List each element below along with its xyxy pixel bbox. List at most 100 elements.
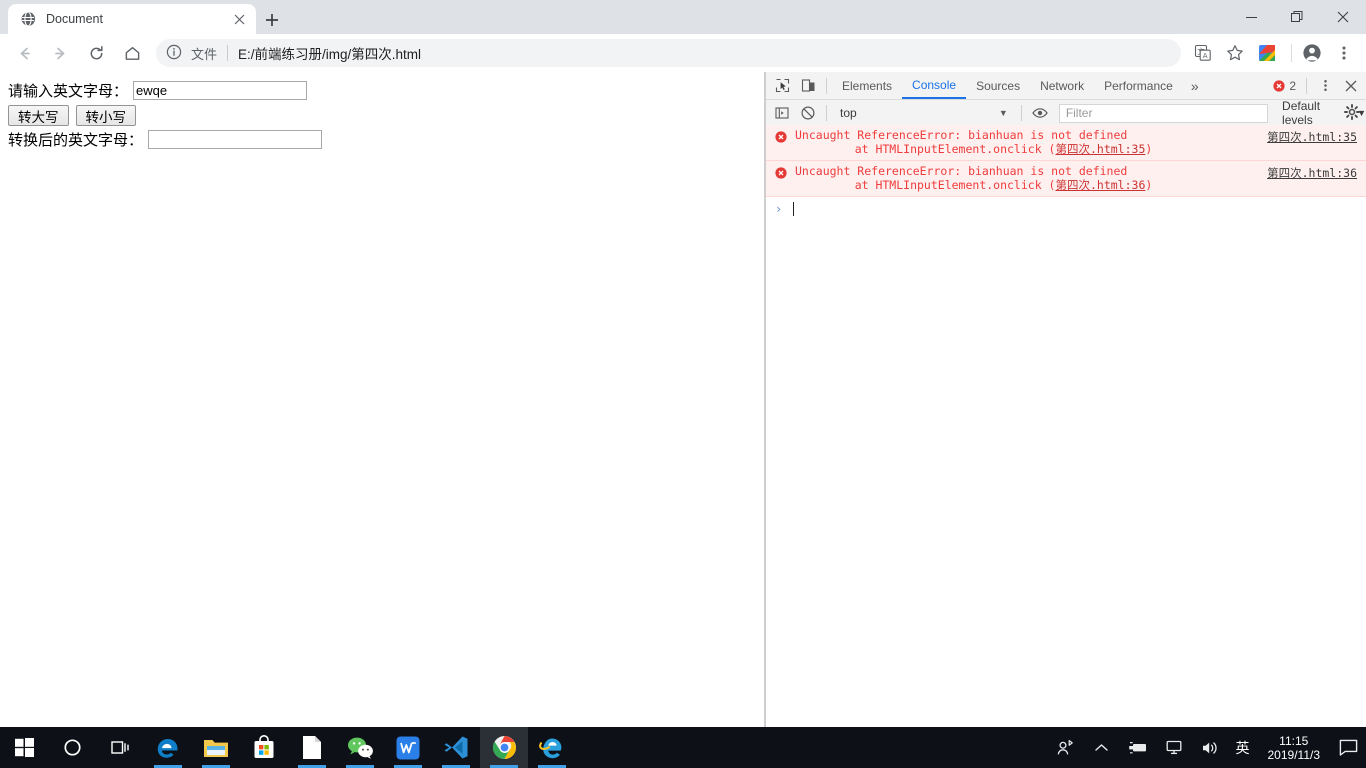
- maximize-button[interactable]: [1274, 0, 1320, 34]
- file-explorer-button[interactable]: [192, 727, 240, 768]
- convert-button-row: 转大写 转小写: [8, 105, 764, 126]
- task-view-button[interactable]: [96, 727, 144, 768]
- windows-taskbar: 英 11:15 2019/11/3: [0, 727, 1366, 768]
- google-chrome-button[interactable]: [480, 727, 528, 768]
- account-avatar-icon[interactable]: [1298, 39, 1326, 67]
- system-tray: 英 11:15 2019/11/3: [1048, 727, 1366, 768]
- new-tab-button[interactable]: [258, 7, 286, 33]
- visual-studio-code-button[interactable]: [432, 727, 480, 768]
- translate-icon[interactable]: 文 A: [1189, 39, 1217, 67]
- clock-date: 2019/11/3: [1267, 747, 1321, 762]
- start-button[interactable]: [0, 727, 48, 768]
- three-dot-menu-icon[interactable]: [1330, 39, 1358, 67]
- log-levels-label: Default levels: [1282, 99, 1321, 127]
- tab-close-icon[interactable]: [228, 8, 250, 30]
- stack-source-link[interactable]: 第四次.html:35: [1055, 142, 1145, 156]
- console-sidebar-icon[interactable]: [769, 101, 795, 126]
- internet-explorer-button[interactable]: [528, 727, 576, 768]
- console-source-link[interactable]: 第四次.html:36: [1267, 165, 1357, 181]
- tab-strip: Document: [0, 0, 1366, 34]
- error-count-badge[interactable]: 2: [1268, 79, 1301, 93]
- action-center-icon[interactable]: [1330, 727, 1366, 768]
- console-error-body: Uncaught ReferenceError: bianhuan is not…: [795, 128, 1231, 156]
- tab-sources[interactable]: Sources: [966, 73, 1030, 99]
- microsoft-edge-button[interactable]: [144, 727, 192, 768]
- result-input[interactable]: [148, 130, 323, 149]
- console-filter-input[interactable]: Filter: [1058, 103, 1269, 123]
- input-label: 请输入英文字母：: [8, 82, 129, 100]
- volume-icon[interactable]: [1192, 727, 1228, 768]
- output-label: 转换后的英文字母：: [8, 131, 144, 149]
- console-toolbar-divider: [826, 105, 827, 121]
- error-stack-line: at HTMLInputElement.onclick (第四次.html:36…: [795, 178, 1231, 192]
- wechat-button[interactable]: [336, 727, 384, 768]
- inspect-element-icon[interactable]: [769, 73, 795, 98]
- error-text: Uncaught ReferenceError: bianhuan is not…: [795, 128, 1128, 142]
- error-circle-icon: [775, 166, 787, 179]
- devtools-settings-gear-icon[interactable]: [1344, 104, 1360, 125]
- close-button[interactable]: [1320, 0, 1366, 34]
- home-icon[interactable]: [118, 39, 146, 67]
- execution-context-select[interactable]: top ▼: [834, 103, 1016, 123]
- show-hidden-icons-chevron[interactable]: [1084, 727, 1120, 768]
- devtools-close-icon[interactable]: [1338, 73, 1364, 98]
- minimize-button[interactable]: [1228, 0, 1274, 34]
- text-cursor: [793, 202, 795, 216]
- page-viewport: 请输入英文字母： 转大写 转小写 转换后的英文字母：: [0, 72, 764, 727]
- stack-prefix: at HTMLInputElement.onclick (: [827, 142, 1056, 156]
- info-circle-icon[interactable]: [166, 44, 184, 62]
- devtools-tabbar-right: 2: [1268, 72, 1364, 99]
- tab-title: Document: [46, 12, 103, 26]
- tabbar-divider: [826, 77, 827, 94]
- ime-language-indicator[interactable]: 英: [1228, 738, 1258, 758]
- tab-console[interactable]: Console: [902, 73, 967, 99]
- error-circle-icon: [1273, 79, 1285, 92]
- forward-arrow-icon[interactable]: [46, 39, 74, 67]
- context-divider: [1020, 105, 1022, 121]
- filter-placeholder: Filter: [1065, 106, 1093, 120]
- to-lowercase-button[interactable]: 转小写: [75, 105, 136, 126]
- microsoft-store-button[interactable]: [240, 727, 288, 768]
- console-error-message[interactable]: Uncaught ReferenceError: bianhuan is not…: [766, 161, 1366, 197]
- extension-icon[interactable]: [1253, 39, 1281, 67]
- letters-input[interactable]: [133, 81, 308, 100]
- network-icon[interactable]: [1156, 727, 1192, 768]
- clear-console-icon[interactable]: [795, 101, 821, 126]
- console-error-message[interactable]: Uncaught ReferenceError: bianhuan is not…: [766, 125, 1366, 161]
- people-icon[interactable]: [1048, 727, 1084, 768]
- device-toolbar-icon[interactable]: [795, 73, 821, 98]
- reload-icon[interactable]: [82, 39, 110, 67]
- browser-tab-document[interactable]: Document: [8, 4, 256, 34]
- star-icon[interactable]: [1221, 39, 1249, 67]
- notepad-document-button[interactable]: [288, 727, 336, 768]
- usb-device-icon[interactable]: [1120, 727, 1156, 768]
- wps-office-button[interactable]: [384, 727, 432, 768]
- omnibox-scheme-label: 文件: [191, 46, 218, 62]
- devtools-menu-icon[interactable]: [1312, 73, 1338, 98]
- taskbar-clock[interactable]: 11:15 2019/11/3: [1258, 727, 1331, 768]
- chevron-down-icon: ▼: [998, 108, 1008, 118]
- console-prompt[interactable]: ›: [766, 197, 1366, 221]
- tab-performance[interactable]: Performance: [1094, 73, 1183, 99]
- toolbar-divider: [1291, 44, 1292, 62]
- globe-icon: [20, 11, 36, 27]
- omnibox-url-text: E:/前端练习册/img/第四次.html: [238, 47, 422, 62]
- to-uppercase-button[interactable]: 转大写: [8, 105, 69, 126]
- error-count-text: 2: [1289, 78, 1296, 93]
- output-row: 转换后的英文字母：: [8, 129, 764, 150]
- devtools-tab-bar: Elements Console Sources Network Perform…: [766, 72, 1366, 100]
- console-source-link[interactable]: 第四次.html:35: [1267, 129, 1357, 145]
- back-arrow-icon[interactable]: [10, 39, 38, 67]
- cortana-search-button[interactable]: [48, 727, 96, 768]
- live-expression-eye-icon[interactable]: [1027, 101, 1053, 126]
- address-bar[interactable]: 文件 E:/前端练习册/img/第四次.html: [156, 39, 1181, 67]
- browser-toolbar: 文件 E:/前端练习册/img/第四次.html 文 A: [0, 34, 1366, 72]
- tab-network[interactable]: Network: [1030, 73, 1094, 99]
- tab-elements[interactable]: Elements: [832, 73, 902, 99]
- omnibox-separator: [227, 45, 229, 61]
- more-tabs-icon[interactable]: »: [1183, 73, 1207, 98]
- window-controls: [1228, 0, 1366, 34]
- console-toolbar: top ▼ Filter Default levels ▼: [766, 99, 1366, 127]
- stack-source-link[interactable]: 第四次.html:36: [1055, 178, 1145, 192]
- stack-suffix: ): [1145, 178, 1153, 192]
